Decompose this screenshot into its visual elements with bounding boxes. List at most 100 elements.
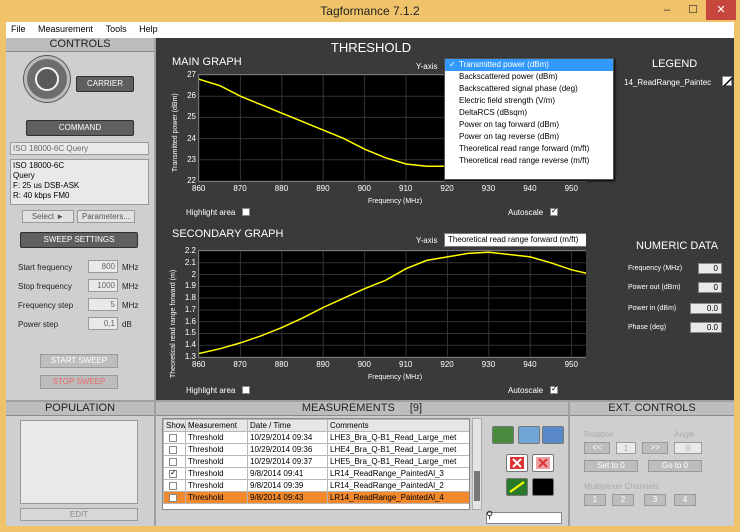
table-scrollbar[interactable] [472,418,482,510]
secondary-graph-plot[interactable] [198,250,614,358]
copy-icon[interactable] [542,426,564,444]
show-checkbox[interactable] [169,493,177,502]
minimize-button[interactable]: – [654,0,680,20]
numeric-power-out-value: 0 [698,282,722,293]
date-cell: 9/8/2014 09:39 [247,479,328,492]
x-tick-label: 900 [357,360,371,369]
main-autoscale-label: Autoscale [508,208,544,217]
yaxis-option[interactable]: Backscattered power (dBm) [445,71,613,83]
mux-channel-4[interactable]: 4 [674,494,696,506]
delete-icon[interactable] [506,454,528,472]
delete-all-icon[interactable] [532,454,554,472]
table-row[interactable]: Threshold 10/29/2014 09:36 LHE4_Bra_Q-B1_R… [163,443,469,456]
legend-title: LEGEND [652,58,698,70]
y-tick-label: 2.2 [184,246,196,255]
set-to-0-button[interactable]: Set to 0 [584,460,638,472]
yaxis-option[interactable]: ✓ Transmitted power (dBm) [445,59,613,71]
yaxis-option[interactable]: Theoretical read range forward (m/ft) [445,143,613,155]
frequency-step-input[interactable]: 5 [88,298,118,311]
start-frequency-label: Start frequency [18,263,73,272]
measurement-cell: Threshold [185,443,248,456]
column-comments[interactable]: Comments [327,419,469,432]
yaxis-dropdown-list[interactable]: ✓ Transmitted power (dBm) Backscattered po… [444,58,614,180]
x-tick-label: 900 [357,184,371,193]
start-frequency-input[interactable]: 800 [88,260,118,273]
yaxis-option[interactable]: Power on tag forward (dBm) [445,119,613,131]
start-sweep-button[interactable]: START SWEEP [40,354,118,368]
menu-tools[interactable]: Tools [101,22,132,36]
table-row[interactable]: Threshold 10/29/2014 09:34 LHE3_Bra_Q-B1_R… [163,431,469,444]
select-button[interactable]: Select ► [22,210,74,223]
rotation-next-button[interactable]: >> [642,442,668,454]
stop-icon[interactable] [532,478,554,496]
power-step-input[interactable]: 0,1 [88,317,118,330]
search-icon[interactable]: ⚲ [486,510,493,521]
carrier-button[interactable]: CARRIER [76,76,134,92]
threshold-header: THRESHOLD [330,40,412,55]
window-title: Tagformance 7.1.2 [320,4,420,18]
rotation-prev-button[interactable]: << [584,442,610,454]
table-row[interactable]: Threshold 9/8/2014 09:39 LR14_ReadRange_Pa… [163,479,469,492]
column-show[interactable]: Show [163,419,186,432]
mux-channel-3[interactable]: 3 [644,494,666,506]
yaxis-option[interactable]: Theoretical read range reverse (m/ft) [445,155,613,167]
comment-cell: LR14_ReadRange_PaintedAl_3 [327,467,469,480]
menu-measurement[interactable]: Measurement [33,22,98,36]
secondary-highlight-checkbox[interactable] [242,386,250,394]
show-checkbox[interactable] [169,445,177,454]
menu-file[interactable]: File [6,22,31,36]
start-frequency-unit: MHz [122,263,139,272]
controls-header: CONTROLS [6,38,154,52]
export-icon[interactable] [518,426,540,444]
controls-panel: CONTROLS CARRIER COMMAND ISO 18000-6C Qu… [6,38,154,400]
edit-button[interactable]: EDIT [20,508,138,521]
table-row[interactable]: Threshold 9/8/2014 09:43 LR14_ReadRange_Pa… [163,491,469,504]
numeric-power-in-value: 0.0 [690,303,722,314]
show-checkbox[interactable] [169,433,177,442]
import-icon[interactable] [492,426,514,444]
search-field[interactable] [486,512,562,524]
column-date-time[interactable]: Date / Time [247,419,328,432]
legend-entry[interactable]: 14_ReadRange_Paintec [624,78,720,87]
show-cell [163,467,186,480]
main-autoscale-checkbox[interactable] [550,206,558,216]
parameters-button[interactable]: Parameters... [77,210,135,223]
show-checkbox[interactable] [169,481,177,490]
y-tick-label: 1.8 [184,293,196,303]
close-button[interactable]: ✕ [706,0,736,20]
numeric-phase-label: Phase (deg) [628,324,667,331]
delete-x-icon [510,457,524,469]
rotation-input[interactable]: 1 [616,442,636,454]
mux-channel-2[interactable]: 2 [612,494,634,506]
menu-help[interactable]: Help [134,22,163,36]
carrier-knob[interactable] [24,56,70,102]
yaxis-option[interactable]: Power on tag reverse (dBm) [445,131,613,143]
table-scrollbar-thumb[interactable] [474,471,480,501]
stop-sweep-button[interactable]: STOP SWEEP [40,375,118,389]
show-checkbox[interactable] [169,469,177,478]
column-measurement[interactable]: Measurement [185,419,248,432]
yaxis-option[interactable]: Electric field strength (V/m) [445,95,613,107]
angle-input[interactable]: 0 [674,442,702,454]
protocol-field[interactable]: ISO 18000-6C Query [10,142,149,155]
x-tick-label: 940 [523,184,537,193]
table-row[interactable]: Threshold9/8/2014 09:41LR14_ReadRange_Pa… [163,467,469,480]
maximize-button[interactable]: ☐ [680,0,706,20]
main-highlight-checkbox[interactable] [242,208,250,216]
stop-frequency-input[interactable]: 1000 [88,279,118,292]
color-icon[interactable] [506,478,528,496]
secondary-autoscale-checkbox[interactable] [550,384,558,394]
table-row[interactable]: Threshold 10/29/2014 09:37 LHE5_Bra_Q-B1_R… [163,455,469,468]
go-to-0-button[interactable]: Go to 0 [648,460,702,472]
show-checkbox[interactable] [169,457,177,466]
population-list[interactable] [20,420,138,504]
line-color-icon [509,481,525,493]
sweep-settings-button[interactable]: SWEEP SETTINGS [20,232,138,248]
command-button[interactable]: COMMAND [26,120,134,136]
mux-channel-1[interactable]: 1 [584,494,606,506]
main-graph-title: MAIN GRAPH [172,56,242,68]
yaxis-option[interactable]: Backscattered signal phase (deg) [445,83,613,95]
measurement-cell: Threshold [185,455,248,468]
secondary-highlight-label: Highlight area [186,386,236,395]
yaxis-option[interactable]: DeltaRCS (dBsqm) [445,107,613,119]
